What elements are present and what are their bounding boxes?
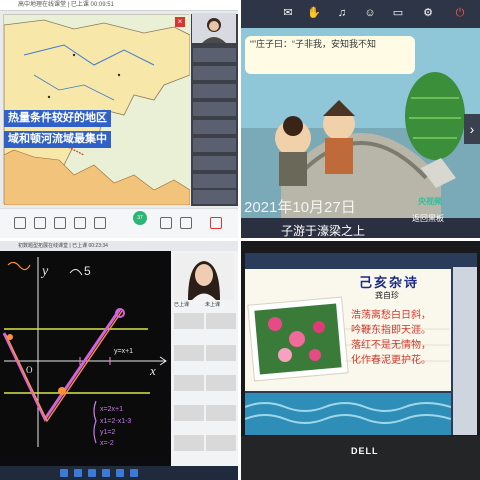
q2-toolbar: ✉ ✋ ♫ ☺ ▭ ⚙ ⏻ [241,0,480,28]
student-tile[interactable] [206,375,236,391]
settings-icon[interactable] [180,217,192,229]
board-note-y: y [40,264,49,279]
taskbar-app-icon[interactable] [88,469,96,477]
end-call-icon[interactable] [210,217,222,229]
taskbar-app-icon[interactable] [130,469,138,477]
lesson-toolbar [0,208,238,238]
teacher-camera [192,13,236,43]
poem-line-3: 落红不是无情物， [351,340,431,351]
video-caption: 子游于濠梁之上 [281,224,366,238]
wave-strip [245,393,451,435]
participant-tile[interactable] [193,138,236,152]
student-tile[interactable] [174,435,204,451]
progress-badge: 37 [133,211,147,225]
chat-icon[interactable]: ✉ [281,6,295,20]
cartoon-video-window: ✉ ✋ ♫ ☺ ▭ ⚙ ⏻ “”庄子曰：“子非我，安知我不知 2021年10月2… [241,0,480,238]
board-note-o: O [26,365,33,375]
attendance-label-left: 已上课 [174,302,190,308]
board-note-eq2: x1=2-x1-3 [100,418,131,425]
participant-tile[interactable] [193,84,236,98]
close-icon[interactable]: × [175,17,185,27]
participant-tile[interactable] [193,66,236,80]
participant-tile[interactable] [193,156,236,170]
mic-icon[interactable] [14,217,26,229]
participant-tile[interactable] [193,174,236,188]
taskbar-app-icon[interactable] [102,469,110,477]
board-note-line: y=x+1 [114,348,133,355]
next-arrow-icon[interactable]: › [464,114,480,144]
student-tile[interactable] [206,405,236,421]
student-tile[interactable] [174,375,204,391]
board-note-eq1: x=2x+1 [100,406,123,413]
participant-tile[interactable] [193,190,236,204]
taskbar-app-icon[interactable] [74,469,82,477]
monitor-brand-logo: DELL [351,446,379,456]
poem-line-4: 化作春泥更护花。 [351,355,431,366]
chat-icon[interactable] [74,217,86,229]
student-tile[interactable] [174,345,204,361]
back-to-board-button[interactable]: 返回黑板 [412,213,444,224]
blackboard-canvas[interactable]: y 5 x O y=x+1 x=2x+1 x1=2-x1-3 y1=2 x=-2 [0,251,168,456]
screen-icon[interactable]: ▭ [391,6,405,20]
poem-author: 龚自珍 [375,291,399,300]
slide-heading-line2: 域和顿河流域最集中 [4,131,111,148]
student-tile[interactable] [174,405,204,421]
video-date: 2021年10月27日 [244,199,356,216]
geography-lesson-window: 高中地理在线课堂 | 已上课 00:09:51 热量条件较好的地区 域和顿河流域… [0,0,238,238]
monitor-bezel [241,436,480,480]
gear-icon[interactable]: ⚙ [421,6,435,20]
user-icon[interactable]: ☺ [363,6,377,20]
poetry-lesson-monitor: 己亥杂诗 龚自珍 浩荡离愁白日斜， 吟鞭东指即天涯。 落红不是无情物， 化作春泥… [241,241,480,480]
camera-icon[interactable] [34,217,46,229]
student-tile[interactable] [206,435,236,451]
board-note-eq3: y1=2 [100,429,115,436]
math-blackboard-window: 初数题型拓展在线课堂 | 已上课 00:23:34 y 5 x O y=x+1 … [0,241,238,480]
share-icon[interactable] [54,217,66,229]
power-icon[interactable]: ⏻ [453,6,467,20]
mic-icon[interactable]: ♫ [335,6,349,20]
participant-tile[interactable] [193,48,236,62]
poem-line-1: 浩荡离愁白日斜， [351,310,431,321]
board-note-five: 5 [84,264,91,278]
windows-taskbar [0,466,238,480]
hand-icon[interactable]: ✋ [307,6,321,20]
q3-window-title: 初数题型拓展在线课堂 | 已上课 00:23:34 [0,241,238,251]
participant-sidebar [453,267,477,435]
poem-title: 己亥杂诗 [359,275,420,290]
attendance-label-right: 未上课 [205,302,221,308]
student-tile[interactable] [206,313,236,329]
members-icon[interactable] [94,217,106,229]
start-icon[interactable] [60,469,68,477]
speech-bubble: “”庄子曰：“子非我，安知我不知 [245,36,415,74]
participant-tile[interactable] [193,120,236,134]
teacher-camera [174,253,234,300]
channel-logo: 央视频 [418,197,442,206]
taskbar-app-icon[interactable] [116,469,124,477]
geography-slide: 热量条件较好的地区 域和顿河流域最集中 × [3,14,190,205]
board-note-eq4: x=-2 [100,440,114,447]
board-note-x: x [149,363,156,378]
slide-heading-line1: 热量条件较好的地区 [4,110,111,127]
student-tile[interactable] [174,313,204,329]
q1-window-title: 高中地理在线课堂 | 已上课 00:09:51 [0,0,238,11]
poem-line-2: 吟鞭东指即天涯。 [351,325,431,336]
participant-tile[interactable] [193,102,236,116]
student-tile[interactable] [206,345,236,361]
pen-icon[interactable] [160,217,172,229]
